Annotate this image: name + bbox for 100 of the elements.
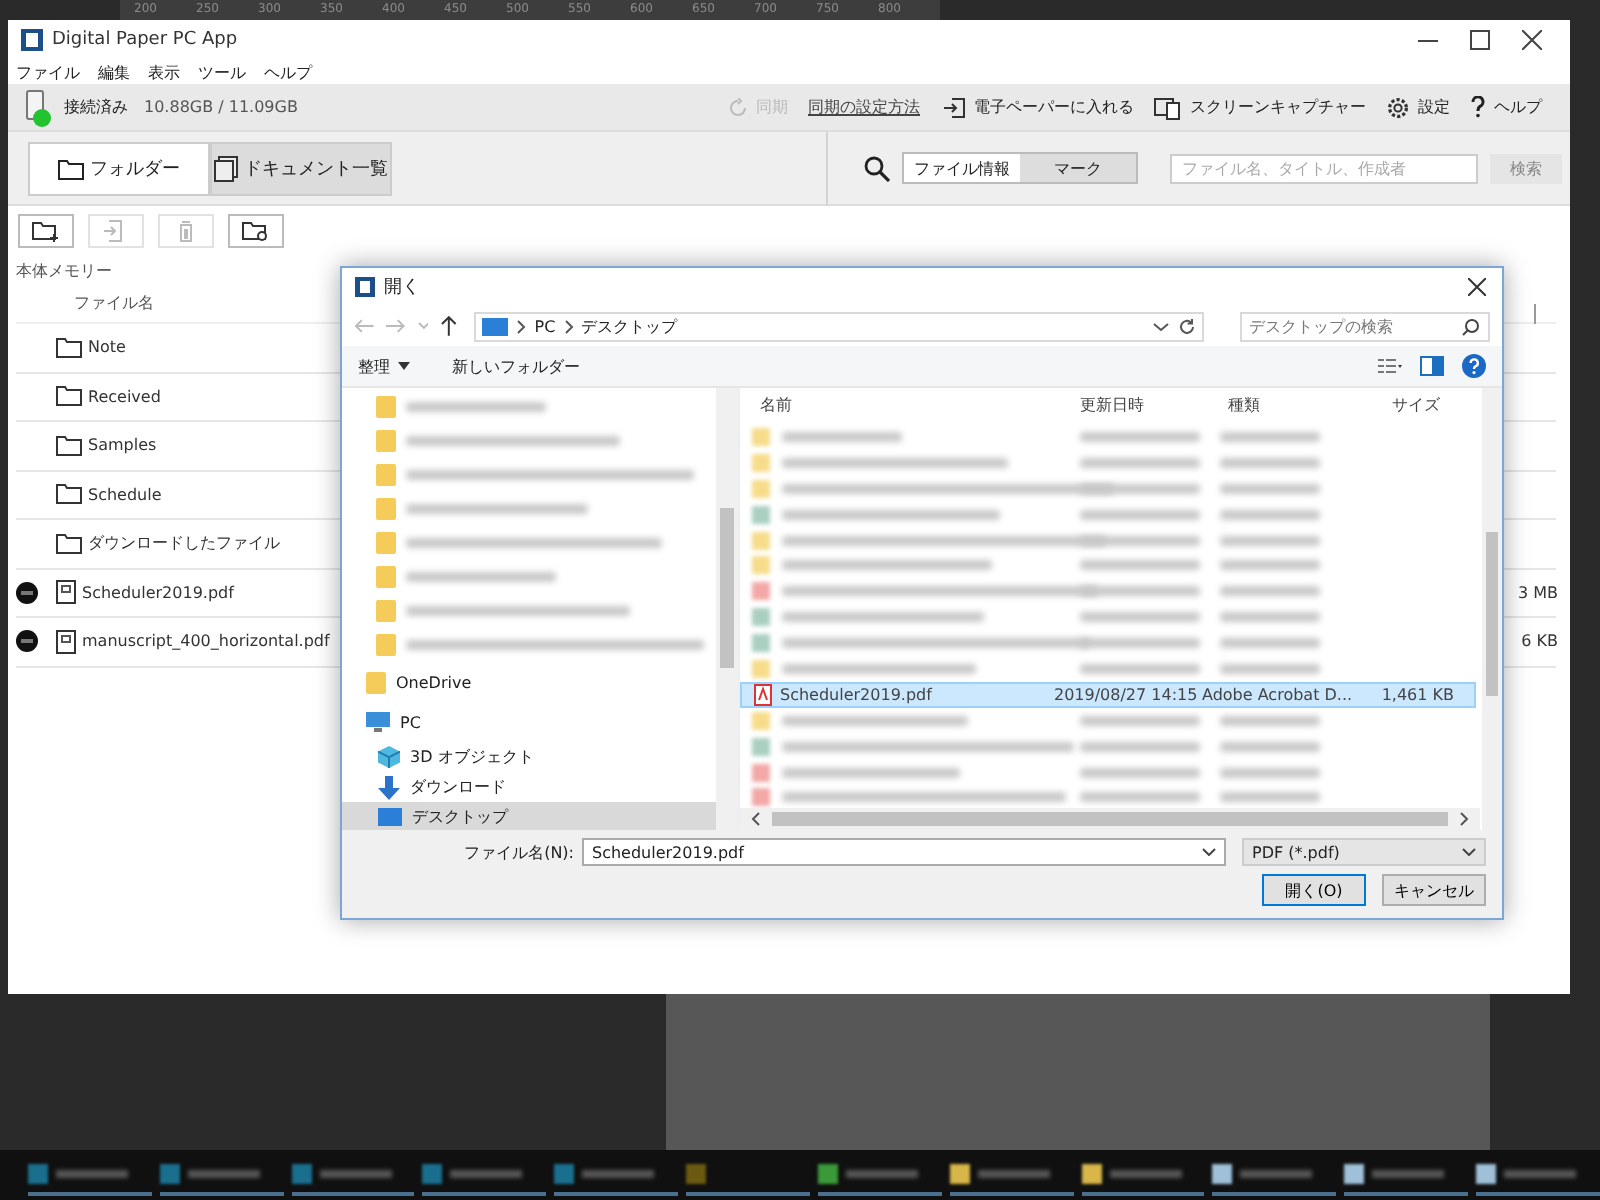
chevron-down-icon[interactable] — [1151, 317, 1169, 335]
folder-icon — [56, 484, 82, 505]
open-button[interactable]: 開く(O) — [1262, 874, 1366, 906]
file-name: Received — [88, 387, 161, 406]
toolbar-action[interactable]: ヘルプ — [1494, 96, 1542, 118]
menu-item[interactable]: ヘルプ — [264, 61, 312, 83]
blurred-text — [1220, 638, 1320, 649]
blurred-text — [1080, 792, 1200, 803]
caret-icon — [398, 362, 410, 370]
blurred-text — [1220, 560, 1320, 571]
column-header[interactable]: サイズ — [1392, 393, 1480, 415]
documents-icon — [214, 155, 238, 181]
folder-plus-icon — [32, 219, 60, 241]
blurred-text — [1080, 560, 1200, 571]
breadcrumb[interactable]: デスクトップ — [581, 315, 678, 337]
folder-icon — [376, 430, 396, 452]
file-name: Note — [88, 338, 126, 357]
chevron-right-icon[interactable] — [1454, 812, 1474, 826]
blurred-text — [1220, 586, 1320, 597]
column-header[interactable]: 名前 — [740, 393, 1080, 415]
search-field[interactable]: ファイル名、タイトル、作成者 — [1170, 153, 1478, 183]
search-mode-tab[interactable]: マーク — [1020, 154, 1136, 182]
storage-usage: 10.88GB / 11.09GB — [144, 98, 298, 116]
horizontal-scrollbar[interactable] — [740, 808, 1480, 830]
menu-item[interactable]: ツール — [198, 61, 246, 83]
menu-item[interactable]: ファイル — [16, 61, 80, 83]
chevron-down-icon[interactable] — [1202, 848, 1216, 856]
navigation-item[interactable]: ダウンロード — [342, 772, 716, 802]
folder-icon — [376, 600, 396, 622]
app-icon — [20, 28, 44, 52]
organize-menu[interactable]: 整理 — [358, 355, 410, 377]
help-icon[interactable] — [1462, 354, 1486, 378]
toolbar-action[interactable]: 電子ペーパーに入れる — [974, 96, 1134, 118]
blurred-text — [1220, 483, 1320, 494]
column-header[interactable]: 更新日時 — [1080, 393, 1228, 415]
desktop-icon — [378, 808, 402, 826]
maximize-icon[interactable] — [1470, 30, 1490, 50]
folder-icon — [376, 566, 396, 588]
blurred-text — [1220, 457, 1320, 468]
column-header[interactable]: 種類 — [1228, 393, 1392, 415]
file-name-field[interactable]: Scheduler2019.pdf — [582, 838, 1226, 866]
chevron-right-icon — [516, 319, 527, 333]
document-icon — [56, 629, 76, 654]
file-action-button[interactable] — [228, 213, 284, 247]
forward-arrow-icon[interactable] — [385, 318, 406, 334]
blurred-text — [1220, 767, 1320, 778]
chevron-left-icon[interactable] — [746, 812, 766, 826]
scrollbar[interactable] — [1482, 388, 1502, 830]
cube-icon — [378, 746, 400, 768]
close-icon[interactable] — [1522, 30, 1542, 50]
new-badge-icon — [16, 581, 38, 604]
blurred-text — [1220, 509, 1320, 520]
menu-item[interactable]: 表示 — [148, 61, 180, 83]
sync-settings-link[interactable]: 同期の設定方法 — [808, 96, 920, 118]
blurred-text — [1080, 431, 1200, 442]
storage-label: 本体メモリー — [14, 260, 114, 282]
search-field[interactable]: デスクトップの検索 — [1239, 311, 1490, 341]
address-bar[interactable]: PC デスクトップ — [474, 311, 1203, 341]
blurred-text — [1220, 431, 1320, 442]
sync-icon — [728, 97, 748, 117]
file-name: Scheduler2019.pdf — [82, 583, 234, 602]
blurred-text — [1220, 535, 1320, 545]
navigation-item[interactable]: デスクトップ — [342, 802, 716, 830]
up-arrow-icon[interactable] — [440, 316, 459, 336]
view-options-icon[interactable] — [1378, 357, 1402, 375]
breadcrumb[interactable]: PC — [534, 317, 556, 335]
pdf-icon — [754, 683, 772, 706]
file-type-dropdown[interactable]: PDF (*.pdf) — [1242, 838, 1486, 866]
back-arrow-icon[interactable] — [354, 318, 374, 334]
file-row[interactable]: Scheduler2019.pdf 2019/08/27 14:15 Adobe Acrobat D... 1,461 KB — [740, 681, 1476, 708]
folder-icon — [56, 435, 82, 456]
blurred-text — [1080, 715, 1200, 726]
file-name: Scheduler2019.pdf — [778, 685, 935, 704]
search-mode-tab[interactable]: ファイル情報 — [904, 154, 1020, 182]
folder-icon — [56, 533, 82, 554]
chevron-right-icon — [563, 319, 574, 333]
refresh-icon[interactable] — [1177, 317, 1195, 335]
navigation-item[interactable]: PC — [342, 702, 716, 742]
blurred-text — [1080, 509, 1200, 520]
toolbar-action[interactable]: 設定 — [1418, 96, 1450, 118]
computer-icon — [366, 712, 390, 732]
toolbar-action[interactable]: スクリーンキャプチャー — [1190, 96, 1366, 118]
search-placeholder: デスクトップの検索 — [1249, 315, 1393, 337]
blurred-text — [406, 402, 546, 412]
settings-icon — [1386, 95, 1410, 119]
new-badge-icon — [16, 630, 38, 653]
file-size: 3 MB — [1517, 583, 1558, 602]
view-tab[interactable]: フォルダー — [28, 141, 210, 195]
new-folder-button[interactable]: 新しいフォルダー — [452, 355, 580, 377]
navigation-item[interactable]: OneDrive — [342, 662, 716, 702]
blurred-text — [1080, 741, 1200, 752]
file-action-button[interactable] — [18, 213, 74, 247]
navigation-item[interactable]: 3D オブジェクト — [342, 742, 716, 772]
cancel-button[interactable]: キャンセル — [1382, 874, 1486, 906]
menu-item[interactable]: 編集 — [98, 61, 130, 83]
preview-pane-icon[interactable] — [1420, 356, 1444, 376]
close-icon[interactable] — [1468, 278, 1486, 296]
scrollbar[interactable] — [716, 388, 738, 830]
view-tab[interactable]: ドキュメント一覧 — [210, 141, 392, 195]
window-title: Digital Paper PC App — [52, 30, 238, 50]
